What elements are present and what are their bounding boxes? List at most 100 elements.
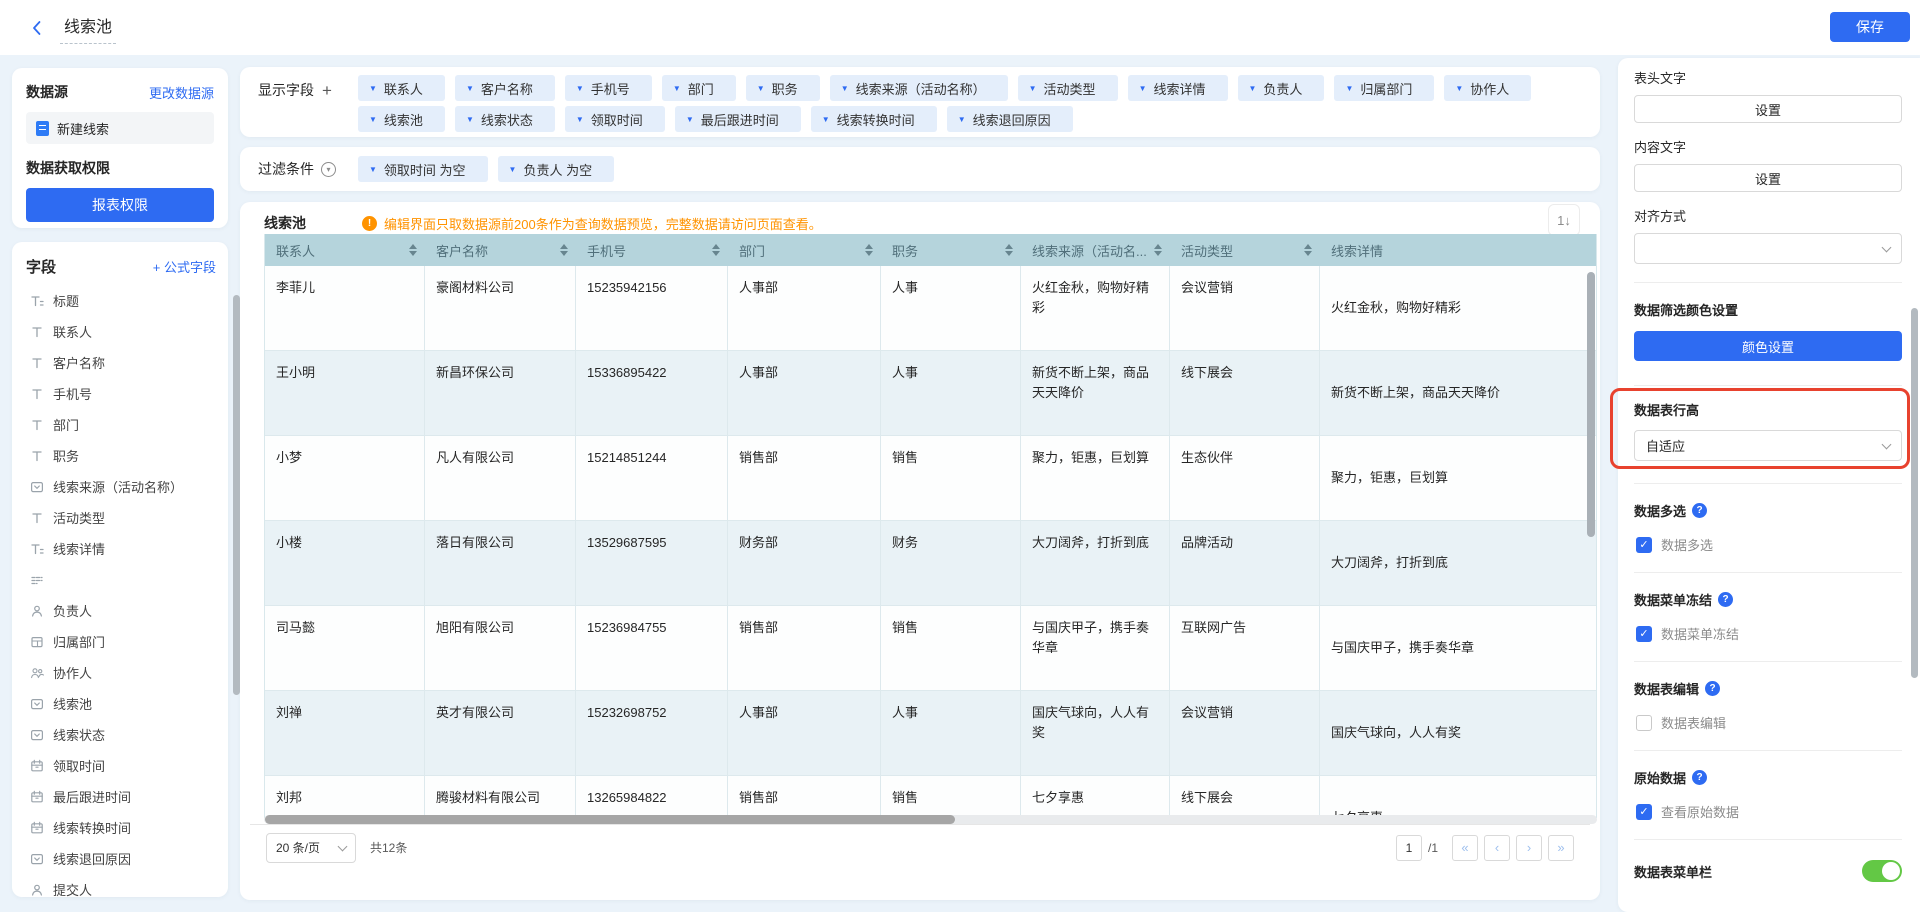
help-icon[interactable] [1705,681,1720,696]
sort-icon[interactable] [712,244,720,256]
content-text-settings-button[interactable]: 设置 [1634,164,1902,192]
multi-select-checkbox[interactable]: 数据多选 [1636,535,1902,554]
field-item[interactable]: 负责人 [26,595,216,626]
table-header-cell[interactable]: 线索来源（活动名... [1021,234,1170,266]
table-row[interactable]: 刘邦腾骏材料有限公司13265984822销售部销售七夕享惠线下展会七夕享惠 [265,776,1596,817]
pager-nav-button[interactable]: « [1452,835,1478,861]
field-chip[interactable]: 手机号 [565,75,652,101]
middle-scrollbar[interactable] [233,295,240,695]
filter-chip[interactable]: 负责人 为空 [498,156,615,182]
field-item[interactable]: 线索状态 [26,719,216,750]
field-item[interactable]: 活动类型 [26,502,216,533]
sort-icon[interactable] [1154,244,1162,256]
align-select[interactable] [1634,233,1902,264]
field-item[interactable]: 线索退回原因 [26,843,216,874]
page-number-input[interactable] [1396,835,1422,861]
field-item[interactable]: 部门 [26,409,216,440]
table-row[interactable]: 王小明新昌环保公司15336895422人事部人事新货不断上架，商品天天降价线下… [265,351,1596,436]
row-height-select[interactable]: 自适应 [1634,430,1902,461]
table-header-cell[interactable]: 活动类型 [1170,234,1320,266]
table-row[interactable]: 小梦凡人有限公司15214851244销售部销售聚力，钜惠，巨划算生态伙伴聚力，… [265,436,1596,521]
field-item-label: 部门 [53,415,79,434]
field-item[interactable]: 线索来源（活动名称） [26,471,216,502]
table-header-cell[interactable]: 联系人 [265,234,425,266]
pagination-bar: 20 条/页 共12条 /1 «‹›» [250,824,1590,870]
table-row[interactable]: 李菲儿豪阁材料公司15235942156人事部人事火红金秋，购物好精彩会议营销火… [265,266,1596,351]
field-chip[interactable]: 线索状态 [455,106,555,132]
table-horizontal-scrollbar[interactable] [264,815,1597,824]
change-datasource-link[interactable]: 更改数据源 [149,83,214,102]
help-icon[interactable] [1718,592,1733,607]
field-chip[interactable]: 部门 [662,75,736,101]
field-chip[interactable]: 领取时间 [565,106,665,132]
field-item[interactable]: 联系人 [26,316,216,347]
table-cell: 人事部 [728,266,881,350]
raw-data-checkbox[interactable]: 查看原始数据 [1636,802,1902,821]
field-item[interactable]: 归属部门 [26,626,216,657]
table-header-cell[interactable]: 客户名称 [425,234,576,266]
field-item[interactable]: 标题 [26,285,216,316]
help-icon[interactable] [1692,503,1707,518]
back-icon[interactable] [28,19,46,37]
menu-freeze-checkbox[interactable]: 数据菜单冻结 [1636,624,1902,643]
field-chip[interactable]: 职务 [746,75,820,101]
table-row[interactable]: 司马懿旭阳有限公司15236984755销售部销售与国庆甲子，携手奏华章互联网广… [265,606,1596,691]
datasource-item[interactable]: 新建线索 [26,112,214,144]
table-edit-checkbox[interactable]: 数据表编辑 [1636,713,1902,732]
color-settings-button[interactable]: 颜色设置 [1634,331,1902,361]
sort-icon[interactable] [1304,244,1312,256]
field-chip[interactable]: 线索来源（活动名称） [830,75,1008,101]
field-item[interactable]: 线索转换时间 [26,812,216,843]
field-chip[interactable]: 线索详情 [1128,75,1228,101]
field-item[interactable] [26,564,216,595]
sort-icon[interactable] [409,244,417,256]
table-header-cell[interactable]: 线索详情 [1320,234,1596,266]
filter-chip[interactable]: 领取时间 为空 [358,156,488,182]
help-icon[interactable] [1692,770,1707,785]
field-item[interactable]: 线索详情 [26,533,216,564]
sort-icon[interactable] [865,244,873,256]
add-field-icon[interactable]: + [322,82,332,99]
page-size-select[interactable]: 20 条/页 [266,833,356,863]
save-button[interactable]: 保存 [1830,12,1910,42]
table-header-cell[interactable]: 部门 [728,234,881,266]
field-chip[interactable]: 最后跟进时间 [675,106,801,132]
field-chip[interactable]: 线索池 [358,106,445,132]
table-cell: 豪阁材料公司 [425,266,576,350]
pager-nav-button[interactable]: ‹ [1484,835,1510,861]
header-text-settings-button[interactable]: 设置 [1634,95,1902,123]
table-header-cell[interactable]: 职务 [881,234,1021,266]
table-header-cell[interactable]: 手机号 [576,234,728,266]
field-item[interactable]: 领取时间 [26,750,216,781]
field-chip[interactable]: 归属部门 [1334,75,1434,101]
sort-icon[interactable] [560,244,568,256]
filter-icon[interactable] [321,162,336,177]
field-item[interactable]: 最后跟进时间 [26,781,216,812]
pager-nav-button[interactable]: » [1548,835,1574,861]
sort-order-icon[interactable]: 1↓ [1548,204,1580,236]
field-chip[interactable]: 线索转换时间 [811,106,937,132]
add-formula-field-link[interactable]: + 公式字段 [153,257,216,276]
field-chip[interactable]: 客户名称 [455,75,555,101]
table-row[interactable]: 刘禅英才有限公司15232698752人事部人事国庆气球向，人人有奖会议营销国庆… [265,691,1596,776]
sort-icon[interactable] [1005,244,1013,256]
field-item[interactable]: 职务 [26,440,216,471]
menu-bar-toggle[interactable] [1862,860,1902,882]
field-chip[interactable]: 协作人 [1444,75,1531,101]
field-chip[interactable]: 活动类型 [1018,75,1118,101]
table-cell: 线下展会 [1170,351,1320,435]
field-item[interactable]: 客户名称 [26,347,216,378]
field-item[interactable]: 提交人 [26,874,216,897]
panel-scrollbar[interactable] [1911,308,1918,678]
table-vertical-scrollbar[interactable] [1587,272,1595,537]
report-permission-button[interactable]: 报表权限 [26,188,214,222]
field-item[interactable]: 协作人 [26,657,216,688]
table-row[interactable]: 小楼落日有限公司13529687595财务部财务大刀阔斧，打折到底品牌活动大刀阔… [265,521,1596,606]
field-chip[interactable]: 负责人 [1238,75,1325,101]
field-chip[interactable]: 线索退回原因 [947,106,1073,132]
field-chip[interactable]: 联系人 [358,75,445,101]
field-item[interactable]: 手机号 [26,378,216,409]
pager-nav-button[interactable]: › [1516,835,1542,861]
field-item[interactable]: 线索池 [26,688,216,719]
scrollbar-thumb[interactable] [265,815,955,824]
